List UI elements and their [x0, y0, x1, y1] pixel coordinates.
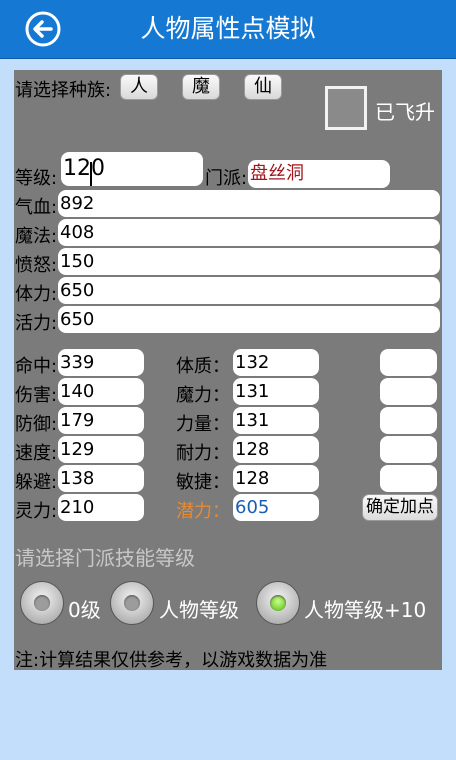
stamina-field[interactable]: 650 [58, 277, 440, 304]
skill-radio-2[interactable] [256, 581, 300, 625]
rage-label: 愤怒: [15, 255, 58, 276]
dodge-field[interactable]: 138 [58, 465, 144, 492]
endurance-label: 耐力： [176, 443, 230, 464]
radio-dot [270, 595, 286, 611]
disclaimer-note: 注:计算结果仅供参考，以游戏数据为准 [15, 650, 328, 671]
ascended-label: 已飞升 [375, 100, 435, 124]
hp-field[interactable]: 892 [58, 190, 440, 217]
level-label: 等级: [15, 168, 58, 189]
skill-radio-0[interactable] [20, 581, 64, 625]
strength-label: 力量： [176, 414, 230, 435]
skill-radio-1[interactable] [110, 581, 154, 625]
skill-level-label: 请选择门派技能等级 [15, 546, 195, 570]
race-label: 请选择种族: [15, 80, 112, 101]
confirm-add-points-button[interactable]: 确定加点 [362, 494, 438, 521]
constitution-add-input[interactable] [380, 349, 437, 376]
text-cursor [90, 162, 92, 186]
race-demon-button[interactable]: 魔 [182, 74, 220, 100]
hit-field[interactable]: 339 [58, 349, 144, 376]
rage-field[interactable]: 150 [58, 248, 440, 275]
constitution-label: 体质： [176, 356, 230, 377]
skill-option-2-label[interactable]: 人物等级+10 [304, 594, 426, 623]
mp-label: 魔法: [15, 226, 58, 247]
hp-label: 气血: [15, 197, 58, 218]
mp-field[interactable]: 408 [58, 219, 440, 246]
endurance-field[interactable]: 128 [233, 436, 319, 463]
damage-field[interactable]: 140 [58, 378, 144, 405]
vitality-label: 活力: [15, 313, 58, 334]
skill-option-1-label[interactable]: 人物等级 [159, 594, 239, 623]
sect-select[interactable]: 盘丝洞 [248, 160, 390, 188]
race-human-button[interactable]: 人 [120, 74, 158, 100]
agility-label: 敏捷： [176, 472, 230, 493]
defense-field[interactable]: 179 [58, 407, 144, 434]
radio-dot [34, 595, 50, 611]
app-header: 人物属性点模拟 [0, 0, 456, 59]
strength-add-input[interactable] [380, 407, 437, 434]
potential-label: 潜力： [176, 501, 230, 522]
page-title: 人物属性点模拟 [140, 14, 316, 43]
damage-label: 伤害: [15, 385, 58, 406]
magic-field[interactable]: 131 [233, 378, 319, 405]
strength-field[interactable]: 131 [233, 407, 319, 434]
ascended-checkbox[interactable] [325, 86, 367, 130]
potential-field: 605 [233, 494, 319, 521]
speed-field[interactable]: 129 [58, 436, 144, 463]
agility-field[interactable]: 128 [233, 465, 319, 492]
vitality-field[interactable]: 650 [58, 306, 440, 333]
spirit-field[interactable]: 210 [58, 494, 144, 521]
skill-option-0-label[interactable]: 0级 [68, 594, 101, 623]
race-immortal-button[interactable]: 仙 [244, 74, 282, 100]
spirit-label: 灵力: [15, 501, 58, 522]
radio-dot [124, 595, 140, 611]
stamina-label: 体力: [15, 284, 58, 305]
sect-label: 门派: [205, 168, 248, 189]
agility-add-input[interactable] [380, 465, 437, 492]
magic-label: 魔力： [176, 385, 230, 406]
constitution-field[interactable]: 132 [233, 349, 319, 376]
magic-add-input[interactable] [380, 378, 437, 405]
endurance-add-input[interactable] [380, 436, 437, 463]
speed-label: 速度: [15, 443, 58, 464]
hit-label: 命中: [15, 356, 58, 377]
dodge-label: 躲避: [15, 472, 58, 493]
level-input[interactable]: 120 [61, 152, 203, 186]
defense-label: 防御: [15, 414, 58, 435]
